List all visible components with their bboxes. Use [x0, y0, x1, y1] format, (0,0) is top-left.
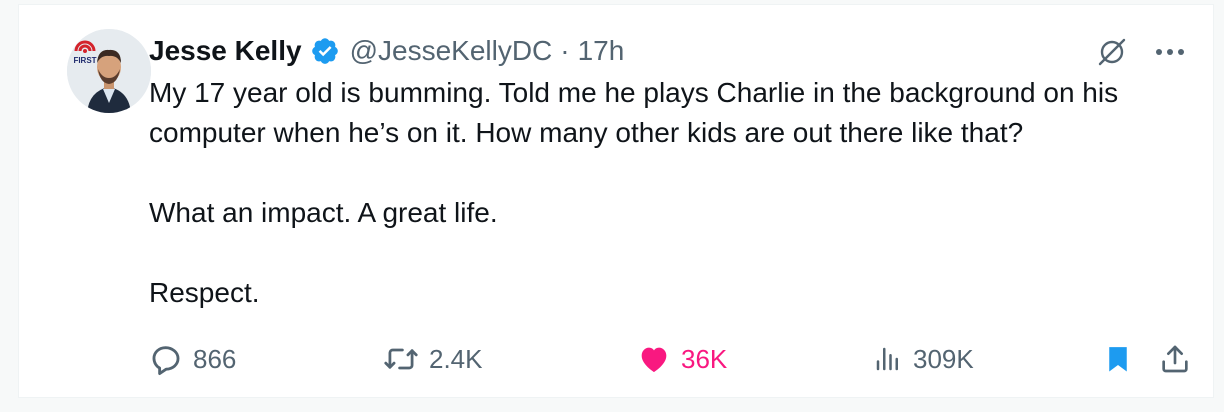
repost-button[interactable]: 2.4K — [383, 339, 483, 379]
avatar-image: FIRST — [67, 29, 151, 113]
bookmark-button[interactable] — [1103, 339, 1133, 379]
tweet-paragraph-3: Respect. — [149, 277, 260, 308]
bookmark-icon — [1109, 347, 1127, 372]
tweet-actions: 866 2.4K 36K 309K — [149, 339, 1189, 379]
views-button[interactable]: 309K — [873, 339, 974, 379]
author-handle[interactable]: @JesseKellyDC — [350, 35, 553, 67]
like-count: 36K — [681, 343, 728, 374]
repost-icon — [384, 348, 418, 370]
header-separator: · — [560, 35, 570, 66]
heart-icon — [641, 347, 667, 373]
timestamp[interactable]: 17h — [578, 35, 625, 67]
tweet-paragraph-2: What an impact. A great life. — [149, 197, 498, 228]
grok-icon[interactable] — [1095, 35, 1129, 69]
avatar-logo-text: FIRST — [73, 56, 96, 65]
share-icon — [1162, 345, 1188, 373]
avatar[interactable]: FIRST — [67, 29, 151, 113]
share-button[interactable] — [1159, 339, 1191, 379]
tweet-header: Jesse Kelly @JesseKellyDC · 17h — [149, 31, 624, 71]
views-count: 309K — [913, 343, 974, 374]
tweet-card[interactable]: FIRST Jesse Kelly @JesseKellyDC · 17h My… — [18, 4, 1214, 398]
verified-badge-icon[interactable] — [310, 36, 340, 66]
views-icon — [876, 347, 898, 371]
tweet-paragraph-1: My 17 year old is bumming. Told me he pl… — [149, 77, 1119, 148]
tweet-top-actions — [1095, 35, 1185, 69]
tweet-text: My 17 year old is bumming. Told me he pl… — [149, 73, 1189, 313]
reply-button[interactable]: 866 — [149, 339, 236, 379]
more-icon[interactable] — [1155, 47, 1185, 57]
repost-count: 2.4K — [429, 343, 483, 374]
reply-count: 866 — [193, 343, 237, 374]
author-name[interactable]: Jesse Kelly — [149, 35, 302, 67]
like-button[interactable]: 36K — [637, 339, 727, 379]
reply-icon — [152, 346, 180, 376]
